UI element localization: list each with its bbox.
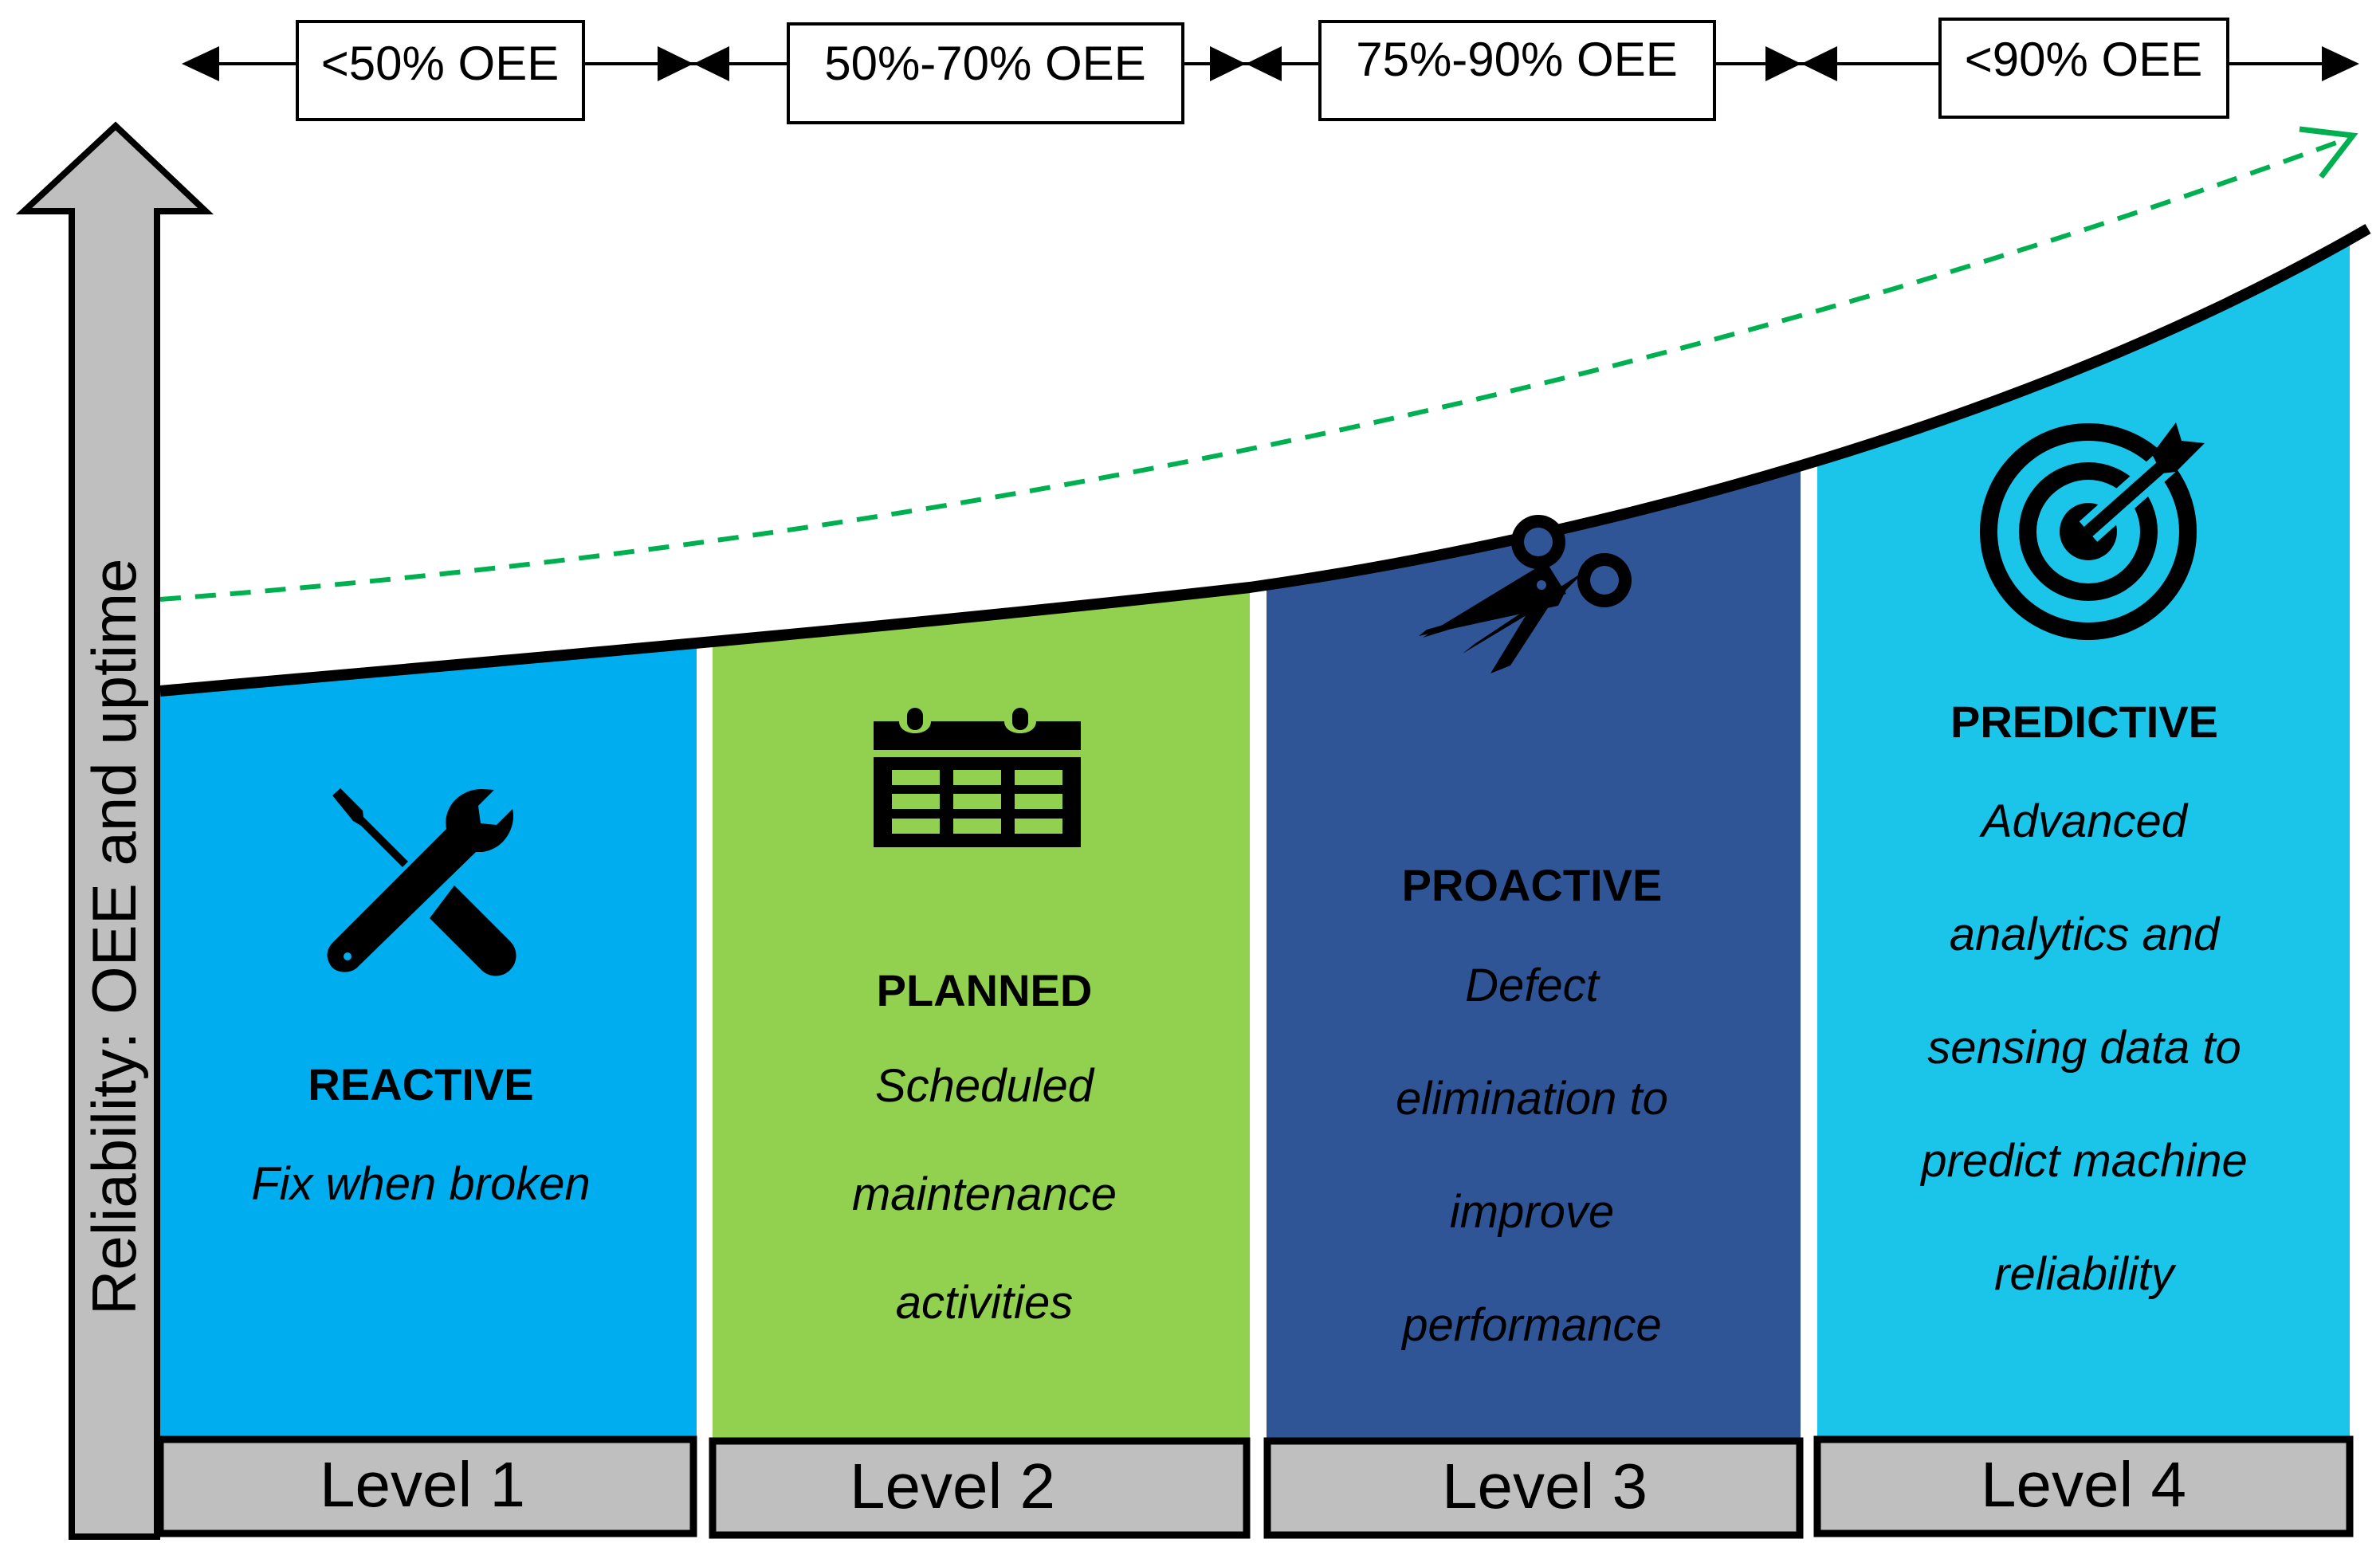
level-title: PROACTIVE xyxy=(1402,860,1663,910)
level-3-column xyxy=(1267,229,1801,1443)
level-description-line: Defect xyxy=(1465,960,1601,1011)
level-label: Level 4 xyxy=(1981,1449,2186,1520)
level-title: REACTIVE xyxy=(308,1059,533,1109)
level-description-line: activities xyxy=(896,1277,1073,1329)
maintenance-maturity-diagram: Reliability: OEE and uptime <50% OEE 50%… xyxy=(15,18,2371,1540)
oee-range-box-1: <50% OEE xyxy=(296,20,585,121)
oee-range-label: 50%-70% OEE xyxy=(824,37,1146,90)
level-description-line: analytics and xyxy=(1950,909,2221,960)
arrow-junction-icon xyxy=(658,46,729,81)
level-label: Level 1 xyxy=(320,1449,525,1520)
oee-range-box-3: 75%-90% OEE xyxy=(1318,20,1716,121)
oee-range-box-4: <90% OEE xyxy=(1938,18,2229,119)
arrow-right-icon xyxy=(2322,46,2359,81)
level-description-line: maintenance xyxy=(852,1168,1117,1220)
level-description-line: Advanced xyxy=(1979,795,2189,847)
trend-arrowhead-icon xyxy=(2299,126,2358,179)
level-description-line: improve xyxy=(1450,1186,1614,1238)
arrow-junction-icon xyxy=(1765,46,1837,81)
arrow-left-icon xyxy=(182,46,219,81)
level-label: Level 2 xyxy=(850,1451,1055,1522)
oee-range-label: 75%-90% OEE xyxy=(1356,33,1678,86)
level-box-1: Level 1 xyxy=(156,1435,697,1537)
calendar-icon xyxy=(874,708,1081,847)
level-title: PLANNED xyxy=(877,965,1093,1015)
level-description-line: elimination to xyxy=(1396,1073,1668,1125)
level-label: Level 3 xyxy=(1442,1451,1648,1522)
level-1-column xyxy=(160,229,697,1443)
level-description-line: reliability xyxy=(1994,1248,2177,1300)
oee-range-label: <50% OEE xyxy=(321,37,560,90)
oee-range-label: <90% OEE xyxy=(1965,33,2203,86)
oee-range-box-2: 50%-70% OEE xyxy=(787,22,1184,124)
level-box-4: Level 4 xyxy=(1813,1435,2354,1537)
level-description-line: Fix when broken xyxy=(251,1158,591,1210)
level-description-line: predict machine xyxy=(1919,1135,2247,1187)
level-box-3: Level 3 xyxy=(1263,1437,1804,1539)
level-box-2: Level 2 xyxy=(709,1437,1251,1539)
y-axis-label: Reliability: OEE and uptime xyxy=(79,559,149,1315)
arrow-junction-icon xyxy=(1210,46,1282,81)
level-description-line: performance xyxy=(1400,1299,1662,1351)
level-title: PREDICTIVE xyxy=(1950,697,2218,747)
level-description-line: Scheduled xyxy=(875,1060,1095,1112)
level-description-line: sensing data to xyxy=(1927,1022,2241,1074)
